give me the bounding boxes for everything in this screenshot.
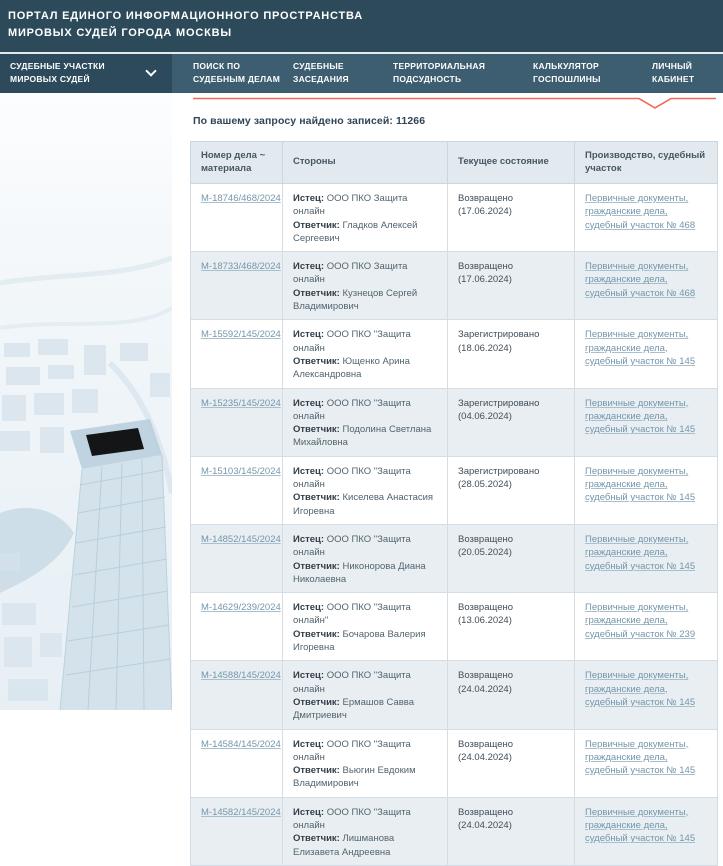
- case-number-link[interactable]: М-14629/239/2024: [201, 602, 281, 613]
- case-number-link[interactable]: М-14588/145/2024: [201, 670, 281, 681]
- defendant-label: Ответчик:: [293, 629, 340, 640]
- nav-label: СУДЕБНЫМ ДЕЛАМ: [193, 73, 280, 86]
- plaintiff-label: Истец:: [293, 739, 324, 750]
- nav-item-fee-calculator[interactable]: КАЛЬКУЛЯТОР ГОСПОШЛИНЫ: [533, 60, 601, 86]
- defendant-label: Ответчик:: [293, 697, 340, 708]
- nav-item-territorial-jurisdiction[interactable]: ТЕРРИТОРИАЛЬНАЯ ПОДСУДНОСТЬ: [393, 60, 485, 86]
- case-status: Возвращено (24.04.2024): [458, 739, 513, 763]
- table-row: М-14582/145/2024 Истец: ООО ПКО "Защита …: [191, 797, 718, 865]
- proceeding-link[interactable]: Первичные документы, гражданские дела, с…: [585, 329, 695, 367]
- table-row: М-14588/145/2024 Истец: ООО ПКО "Защита …: [191, 661, 718, 729]
- proceeding-link[interactable]: Первичные документы, гражданские дела, с…: [585, 193, 695, 231]
- case-status: Возвращено (24.04.2024): [458, 807, 513, 831]
- case-number-link[interactable]: М-15103/145/2024: [201, 466, 281, 477]
- defendant-label: Ответчик:: [293, 288, 340, 299]
- col-header-parties: Стороны: [283, 142, 448, 184]
- plaintiff-label: Истец:: [293, 261, 324, 272]
- case-status: Зарегистрировано (18.06.2024): [458, 329, 539, 353]
- case-status: Возвращено (20.05.2024): [458, 534, 513, 558]
- col-header-proceeding: Производство, судебный участок: [575, 142, 718, 184]
- proceeding-link[interactable]: Первичные документы, гражданские дела, с…: [585, 466, 695, 504]
- defendant-label: Ответчик:: [293, 424, 340, 435]
- defendant-label: Ответчик:: [293, 765, 340, 776]
- proceeding-link[interactable]: Первичные документы, гражданские дела, с…: [585, 261, 695, 299]
- case-number-link[interactable]: М-14582/145/2024: [201, 807, 281, 818]
- nav-label: ТЕРРИТОРИАЛЬНАЯ: [393, 60, 485, 73]
- chevron-down-icon: [147, 67, 154, 74]
- site-header: ПОРТАЛ ЕДИНОГО ИНФОРМАЦИОННОГО ПРОСТРАНС…: [0, 0, 723, 52]
- case-number-link[interactable]: М-14584/145/2024: [201, 739, 281, 750]
- case-status: Возвращено (17.06.2024): [458, 261, 513, 285]
- results-summary-label: По вашему запросу найдено записей:: [193, 115, 393, 127]
- plaintiff-label: Истец:: [293, 329, 324, 340]
- table-row: М-15103/145/2024 Истец: ООО ПКО "Защита …: [191, 456, 718, 524]
- nav-item-court-districts[interactable]: СУДЕБНЫЕ УЧАСТКИ МИРОВЫХ СУДЕЙ: [0, 54, 172, 93]
- portal-title-line2: МИРОВЫХ СУДЕЙ ГОРОДА МОСКВЫ: [8, 25, 723, 42]
- active-tab-indicator-line: [193, 97, 716, 111]
- nav-item-case-search[interactable]: ПОИСК ПО СУДЕБНЫМ ДЕЛАМ: [193, 60, 280, 86]
- results-summary: По вашему запросу найдено записей: 11266: [193, 115, 425, 127]
- plaintiff-label: Истец:: [293, 534, 324, 545]
- case-number-link[interactable]: М-14852/145/2024: [201, 534, 281, 545]
- nav-label: ПОИСК ПО: [193, 60, 280, 73]
- proceeding-link[interactable]: Первичные документы, гражданские дела, с…: [585, 670, 695, 708]
- results-table-wrap: Номер дела ~ материала Стороны Текущее с…: [190, 141, 717, 866]
- case-status: Возвращено (17.06.2024): [458, 193, 513, 217]
- city-aerial-photo-svg: [0, 93, 172, 710]
- col-header-case-number: Номер дела ~ материала: [191, 142, 283, 184]
- case-number-link[interactable]: М-18733/468/2024: [201, 261, 281, 272]
- table-row: М-18733/468/2024 Истец: ООО ПКО Защита о…: [191, 252, 718, 320]
- nav-label: ГОСПОШЛИНЫ: [533, 73, 601, 86]
- nav-label: ЛИЧНЫЙ: [652, 60, 694, 73]
- proceeding-link[interactable]: Первичные документы, гражданские дела, с…: [585, 739, 695, 777]
- nav-label: КАЛЬКУЛЯТОР: [533, 60, 601, 73]
- case-status: Зарегистрировано (04.06.2024): [458, 398, 539, 422]
- proceeding-link[interactable]: Первичные документы, гражданские дела, с…: [585, 602, 695, 640]
- defendant-label: Ответчик:: [293, 492, 340, 503]
- main-nav: СУДЕБНЫЕ УЧАСТКИ МИРОВЫХ СУДЕЙ ПОИСК ПО …: [0, 54, 723, 93]
- case-number-link[interactable]: М-15592/145/2024: [201, 329, 281, 340]
- proceeding-link[interactable]: Первичные документы, гражданские дела, с…: [585, 534, 695, 572]
- defendant-label: Ответчик:: [293, 561, 340, 572]
- nav-label: ЗАСЕДАНИЯ: [293, 73, 349, 86]
- case-number-link[interactable]: М-18746/468/2024: [201, 193, 281, 204]
- table-row: М-14584/145/2024 Истец: ООО ПКО "Защита …: [191, 729, 718, 797]
- plaintiff-label: Истец:: [293, 602, 324, 613]
- nav-label: ПОДСУДНОСТЬ: [393, 73, 485, 86]
- plaintiff-label: Истец:: [293, 807, 324, 818]
- nav-label: КАБИНЕТ: [652, 73, 694, 86]
- defendant-label: Ответчик:: [293, 833, 340, 844]
- city-aerial-photo: [0, 93, 172, 710]
- table-row: М-14629/239/2024 Истец: ООО ПКО "Защита …: [191, 593, 718, 661]
- nav-label: МИРОВЫХ СУДЕЙ: [10, 73, 172, 86]
- plaintiff-label: Истец:: [293, 670, 324, 681]
- nav-item-personal-account[interactable]: ЛИЧНЫЙ КАБИНЕТ: [652, 60, 694, 86]
- defendant-label: Ответчик:: [293, 220, 340, 231]
- case-status: Возвращено (24.04.2024): [458, 670, 513, 694]
- col-header-status: Текущее состояние: [448, 142, 575, 184]
- table-row: М-18746/468/2024 Истец: ООО ПКО Защита о…: [191, 184, 718, 252]
- plaintiff-label: Истец:: [293, 193, 324, 204]
- plaintiff-label: Истец:: [293, 398, 324, 409]
- nav-label: СУДЕБНЫЕ: [293, 60, 349, 73]
- table-row: М-15235/145/2024 Истец: ООО ПКО "Защита …: [191, 388, 718, 456]
- table-row: М-14852/145/2024 Истец: ООО ПКО "Защита …: [191, 524, 718, 592]
- results-panel: По вашему запросу найдено записей: 11266…: [172, 93, 723, 710]
- results-table: Номер дела ~ материала Стороны Текущее с…: [190, 141, 718, 866]
- proceeding-link[interactable]: Первичные документы, гражданские дела, с…: [585, 398, 695, 436]
- table-header-row: Номер дела ~ материала Стороны Текущее с…: [191, 142, 718, 184]
- portal-title-line1: ПОРТАЛ ЕДИНОГО ИНФОРМАЦИОННОГО ПРОСТРАНС…: [8, 8, 723, 25]
- results-count: 11266: [396, 115, 425, 127]
- proceeding-link[interactable]: Первичные документы, гражданские дела, с…: [585, 807, 695, 845]
- case-status: Возвращено (13.06.2024): [458, 602, 513, 626]
- nav-item-court-sessions[interactable]: СУДЕБНЫЕ ЗАСЕДАНИЯ: [293, 60, 349, 86]
- case-number-link[interactable]: М-15235/145/2024: [201, 398, 281, 409]
- plaintiff-label: Истец:: [293, 466, 324, 477]
- table-row: М-15592/145/2024 Истец: ООО ПКО "Защита …: [191, 320, 718, 388]
- case-status: Зарегистрировано (28.05.2024): [458, 466, 539, 490]
- defendant-label: Ответчик:: [293, 356, 340, 367]
